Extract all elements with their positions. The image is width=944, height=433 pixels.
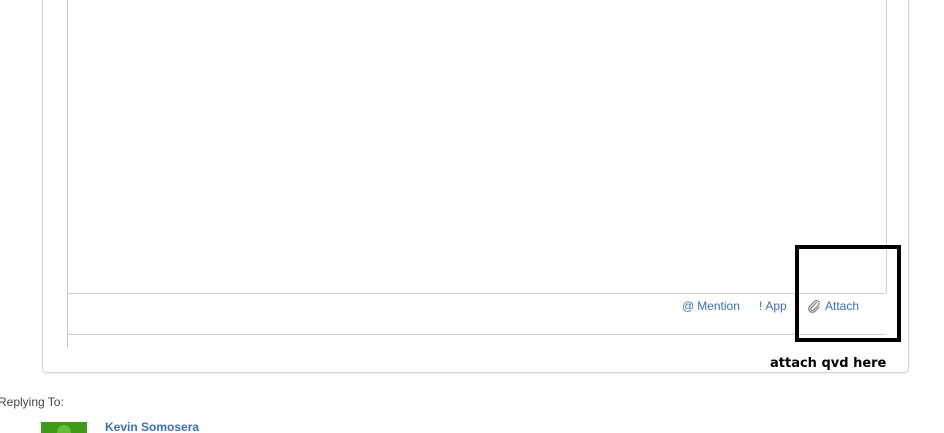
toolbar-divider-top bbox=[67, 293, 886, 294]
replying-to-label: Replying To: bbox=[0, 395, 64, 409]
toolbar-divider-bottom bbox=[67, 334, 886, 335]
mention-label: Mention bbox=[697, 299, 740, 313]
app-button[interactable]: ! App bbox=[759, 298, 787, 314]
reply-author-link[interactable]: Kevin Somosera bbox=[105, 420, 199, 433]
message-editor[interactable] bbox=[68, 0, 886, 293]
annotation-text: attach qvd here bbox=[770, 356, 887, 371]
at-icon: @ bbox=[682, 299, 695, 313]
avatar[interactable] bbox=[41, 422, 87, 433]
reply-editor-page: @ Mention ! App Attach attach qvd here Rep… bbox=[0, 0, 944, 433]
editor-left-border bbox=[67, 0, 68, 348]
exclamation-icon: ! bbox=[759, 299, 763, 313]
avatar-head-shape bbox=[57, 425, 71, 433]
mention-button[interactable]: @ Mention bbox=[682, 298, 740, 314]
app-label: App bbox=[765, 299, 787, 313]
annotation-highlight-box bbox=[795, 245, 901, 342]
